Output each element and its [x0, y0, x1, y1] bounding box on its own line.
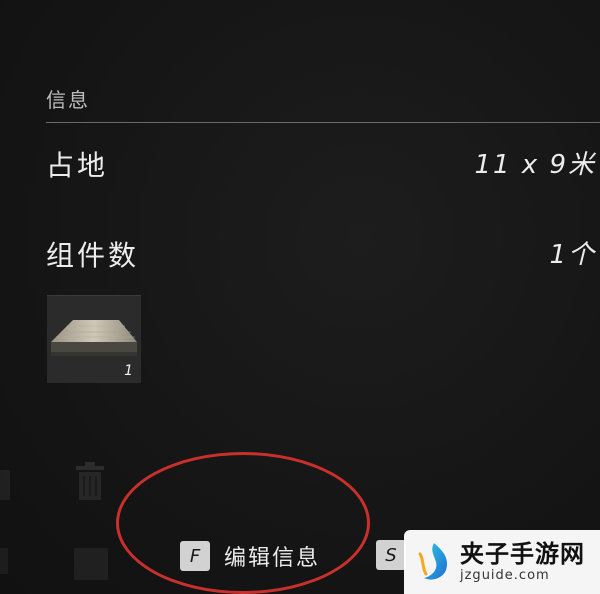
parts-count-label: 组件数 [46, 239, 140, 272]
build-info-screen: 信息 占地 11 x 9米 组件数 1个 1 F 编辑信息 S 夹子手游网 jz… [0, 0, 600, 594]
s-key-badge: S [376, 540, 406, 570]
watermark-title: 夹子手游网 [460, 539, 585, 568]
left-edge-icon [0, 470, 10, 500]
ghost-square-icon [74, 548, 108, 580]
left-edge-icon-lower [0, 548, 8, 574]
highlight-circle [116, 452, 370, 594]
site-watermark: 夹子手游网 jzguide.com [404, 530, 600, 594]
parts-count-value: 1个 [549, 240, 596, 270]
trash-can-icon[interactable] [72, 462, 108, 502]
component-slot[interactable]: 1 [47, 295, 141, 383]
info-section-title: 信息 [46, 88, 90, 112]
watermark-url: jzguide.com [460, 568, 550, 583]
footprint-value: 11 x 9米 [474, 150, 596, 180]
component-count: 1 [124, 363, 133, 379]
watermark-logo-icon [418, 543, 448, 580]
footprint-label: 占地 [46, 149, 109, 182]
next-hint[interactable]: S [376, 540, 406, 570]
section-divider [46, 122, 600, 123]
